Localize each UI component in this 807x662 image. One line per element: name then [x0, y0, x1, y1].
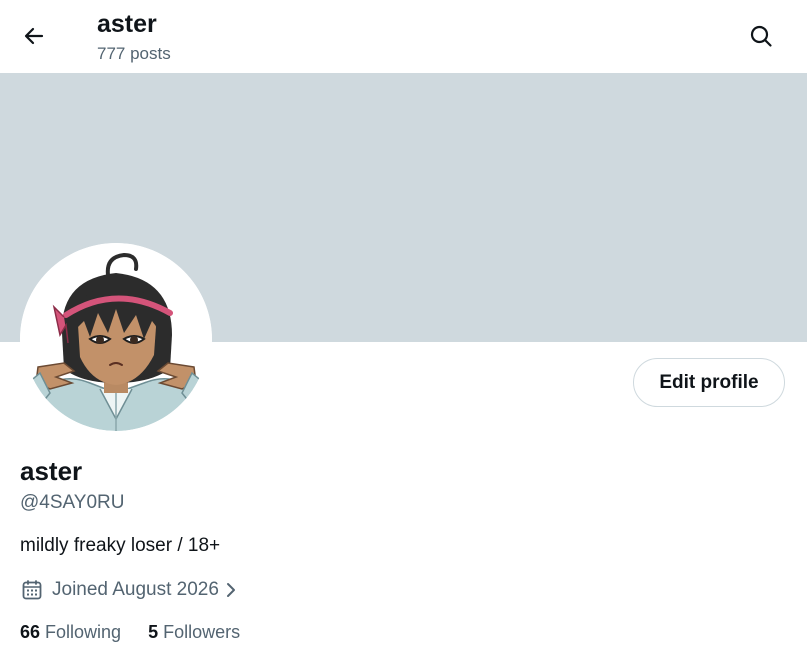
user-bio: mildly freaky loser / 18+ — [20, 535, 221, 556]
followers-count: 5 — [148, 621, 159, 642]
follow-stats: 66 Following 5 Followers — [20, 619, 240, 645]
display-name: aster — [20, 456, 83, 486]
arrow-left-icon — [24, 27, 44, 45]
following-link[interactable]: 66 Following — [20, 622, 121, 643]
joined-text: Joined August 2026 — [52, 579, 219, 600]
calendar-icon — [20, 578, 44, 602]
following-label: Following — [45, 621, 122, 642]
avatar[interactable] — [20, 243, 212, 435]
back-button[interactable] — [14, 16, 54, 56]
top-bar: aster 777 posts — [0, 0, 807, 73]
chevron-right-icon — [222, 578, 240, 602]
joined-date[interactable]: Joined August 2026 — [20, 576, 240, 604]
search-button[interactable] — [741, 16, 781, 56]
user-handle: @4SAY0RU — [20, 492, 125, 513]
posts-count: 777 posts — [97, 44, 171, 63]
avatar-illustration — [20, 243, 212, 435]
followers-label: Followers — [163, 621, 241, 642]
header-title-block: aster 777 posts — [97, 9, 171, 65]
header-title: aster — [97, 10, 157, 38]
followers-link[interactable]: 5 Followers — [148, 622, 240, 643]
following-count: 66 — [20, 621, 41, 642]
edit-profile-button[interactable]: Edit profile — [633, 358, 785, 407]
search-icon — [750, 25, 772, 47]
